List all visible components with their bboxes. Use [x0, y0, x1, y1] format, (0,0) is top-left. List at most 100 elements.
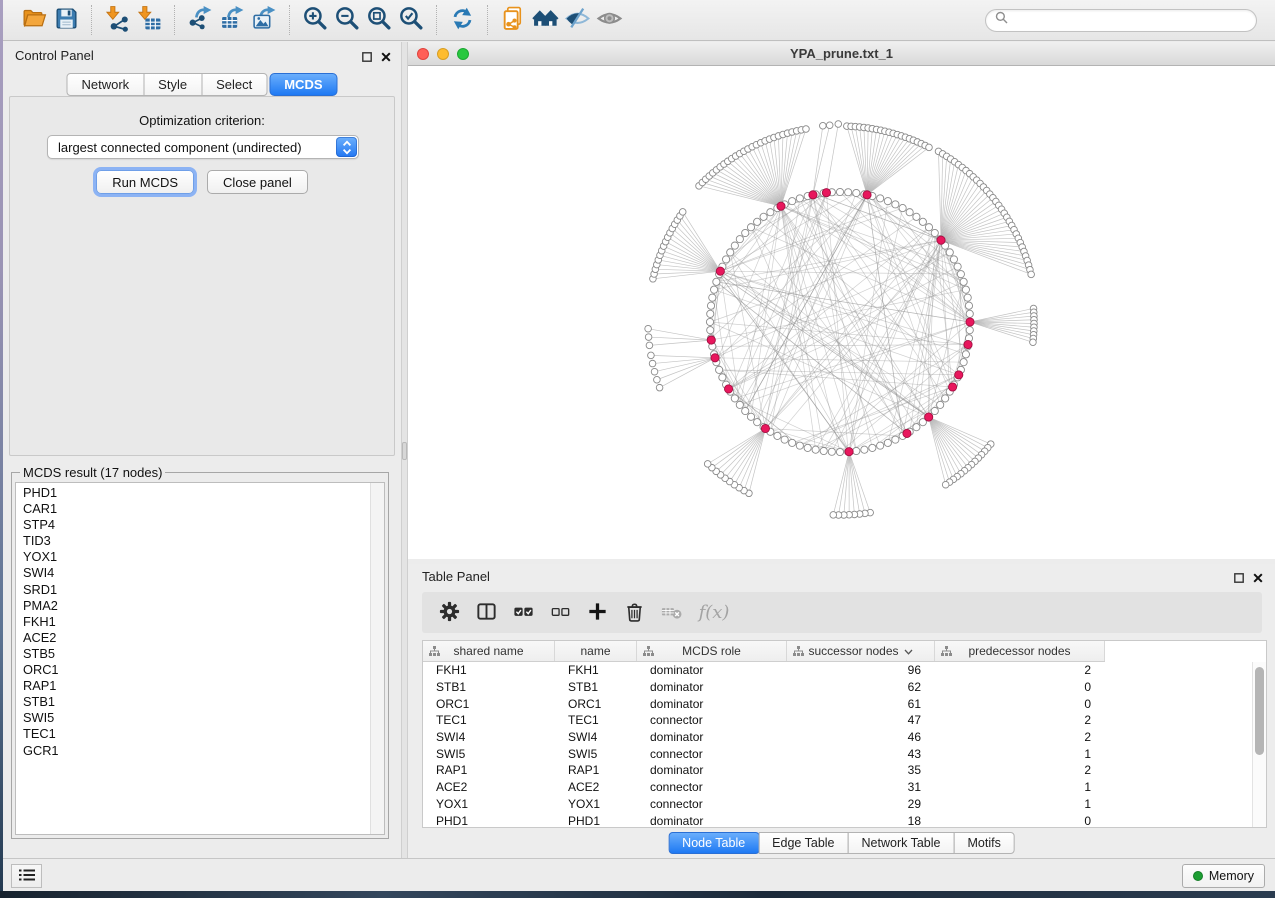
network-node[interactable] — [812, 446, 819, 453]
network-node[interactable] — [803, 126, 810, 133]
table-row[interactable]: RAP1RAP1dominator352 — [423, 762, 1252, 779]
network-node[interactable] — [651, 368, 658, 375]
table-row[interactable]: FKH1FKH1dominator962 — [423, 662, 1252, 679]
zoom-in-button[interactable] — [299, 5, 331, 35]
network-node[interactable] — [835, 121, 842, 128]
result-list-scrollbar[interactable] — [370, 483, 384, 834]
mcds-result-node[interactable]: GCR1 — [23, 743, 370, 759]
table-row[interactable]: YOX1YOX1connector291 — [423, 796, 1252, 813]
export-image-button[interactable] — [248, 5, 280, 35]
mcds-result-node[interactable]: STB1 — [23, 694, 370, 710]
network-node[interactable] — [724, 385, 732, 393]
network-node[interactable] — [937, 401, 944, 408]
network-node[interactable] — [942, 395, 949, 402]
network-node[interactable] — [760, 213, 767, 220]
zoom-selected-button[interactable] — [395, 5, 427, 35]
run-mcds-button[interactable]: Run MCDS — [96, 170, 194, 194]
show-panels-button[interactable] — [11, 864, 42, 888]
criterion-dropdown[interactable]: largest connected component (undirected) — [47, 135, 359, 159]
network-node[interactable] — [954, 263, 961, 270]
deselect-all-button[interactable] — [545, 598, 575, 628]
network-node[interactable] — [919, 218, 926, 225]
network-node[interactable] — [906, 209, 913, 216]
panel-splitter[interactable] — [401, 42, 408, 858]
network-node[interactable] — [742, 407, 749, 414]
network-node[interactable] — [796, 195, 803, 202]
network-node[interactable] — [926, 144, 933, 151]
show-columns-button[interactable] — [471, 598, 501, 628]
memory-button[interactable]: Memory — [1182, 864, 1265, 888]
table-row[interactable]: SWI4SWI4dominator462 — [423, 729, 1252, 746]
select-all-button[interactable] — [508, 598, 538, 628]
network-node[interactable] — [707, 310, 714, 317]
network-node[interactable] — [861, 446, 868, 453]
network-node[interactable] — [931, 229, 938, 236]
network-node[interactable] — [899, 204, 906, 211]
network-node[interactable] — [942, 481, 949, 488]
close-panel-icon[interactable] — [381, 49, 391, 67]
network-node[interactable] — [964, 294, 971, 301]
network-node[interactable] — [966, 327, 973, 334]
network-node[interactable] — [836, 188, 843, 195]
delete-row-button[interactable] — [619, 598, 649, 628]
mcds-result-node[interactable]: PMA2 — [23, 598, 370, 614]
network-node[interactable] — [716, 267, 724, 275]
tab-edge-table[interactable]: Edge Table — [758, 832, 848, 854]
network-node[interactable] — [925, 413, 933, 421]
network-node[interactable] — [716, 366, 723, 373]
network-node[interactable] — [931, 407, 938, 414]
network-node[interactable] — [962, 351, 969, 358]
home-view-button[interactable] — [529, 5, 561, 35]
column-header-predecessor-nodes[interactable]: predecessor nodes — [935, 641, 1105, 661]
network-node[interactable] — [826, 122, 833, 129]
network-node[interactable] — [966, 318, 974, 326]
network-node[interactable] — [830, 512, 837, 519]
network-node[interactable] — [853, 189, 860, 196]
network-node[interactable] — [711, 354, 719, 362]
column-header-MCDS-role[interactable]: MCDS role — [637, 641, 787, 661]
network-node[interactable] — [704, 461, 711, 468]
table-row[interactable]: ORC1ORC1dominator610 — [423, 695, 1252, 712]
column-header-successor-nodes[interactable]: successor nodes — [787, 641, 935, 661]
network-node[interactable] — [645, 334, 652, 341]
add-column-button[interactable] — [582, 598, 612, 628]
network-node[interactable] — [845, 189, 852, 196]
table-scrollbar[interactable] — [1252, 662, 1266, 827]
network-node[interactable] — [1028, 271, 1035, 278]
network-node[interactable] — [656, 384, 663, 391]
network-node[interactable] — [719, 374, 726, 381]
mcds-result-node[interactable]: ACE2 — [23, 630, 370, 646]
network-node[interactable] — [754, 218, 761, 225]
network-node[interactable] — [836, 448, 843, 455]
network-node[interactable] — [892, 436, 899, 443]
network-node[interactable] — [648, 352, 655, 359]
network-node[interactable] — [960, 359, 967, 366]
network-node[interactable] — [964, 340, 972, 348]
network-node[interactable] — [960, 278, 967, 285]
network-node[interactable] — [789, 439, 796, 446]
network-node[interactable] — [742, 229, 749, 236]
network-node[interactable] — [731, 395, 738, 402]
network-canvas[interactable] — [408, 66, 1275, 559]
import-table-button[interactable] — [133, 5, 165, 35]
network-node[interactable] — [863, 191, 871, 199]
tab-motifs[interactable]: Motifs — [953, 832, 1014, 854]
network-node[interactable] — [774, 432, 781, 439]
network-node[interactable] — [654, 376, 661, 383]
network-node[interactable] — [845, 448, 853, 456]
mcds-result-node[interactable]: SWI5 — [23, 710, 370, 726]
tab-style[interactable]: Style — [143, 73, 202, 96]
network-node[interactable] — [957, 271, 964, 278]
network-node[interactable] — [713, 278, 720, 285]
close-table-panel-icon[interactable] — [1253, 570, 1263, 588]
export-table-button[interactable] — [216, 5, 248, 35]
float-panel-icon[interactable] — [362, 49, 372, 67]
network-node[interactable] — [913, 213, 920, 220]
mcds-result-node[interactable]: YOX1 — [23, 549, 370, 565]
network-node[interactable] — [809, 191, 817, 199]
network-node[interactable] — [646, 342, 653, 349]
network-node[interactable] — [950, 256, 957, 263]
mcds-result-node[interactable]: STB5 — [23, 646, 370, 662]
table-scrollbar-thumb[interactable] — [1255, 667, 1264, 755]
network-node[interactable] — [781, 436, 788, 443]
